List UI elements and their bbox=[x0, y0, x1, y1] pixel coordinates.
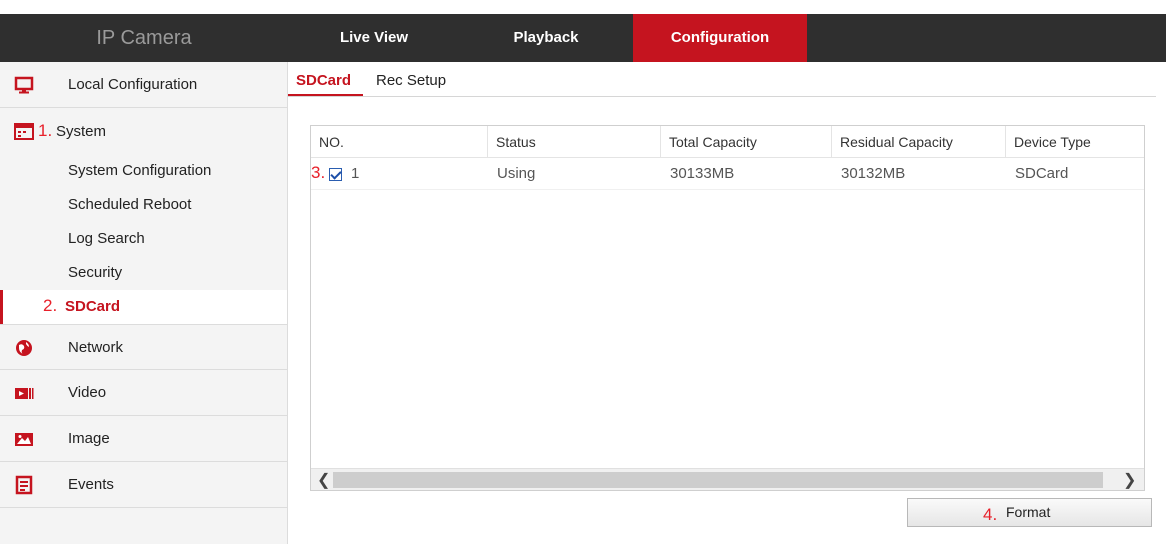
monitor-icon bbox=[14, 75, 34, 95]
step-annotation-1: 1. bbox=[38, 121, 53, 140]
nav-configuration[interactable]: Configuration bbox=[633, 14, 807, 62]
sidebar-item-label: Local Configuration bbox=[68, 76, 198, 93]
table-row[interactable]: 3. 1 Using 30133MB 30132MB SDCard bbox=[311, 158, 1144, 190]
globe-icon bbox=[14, 338, 34, 358]
nav-playback[interactable]: Playback bbox=[460, 14, 632, 62]
sidebar-item-label: Security bbox=[68, 264, 123, 281]
cell-no: 1 bbox=[351, 165, 360, 182]
top-navigation-bar: IP Camera Live View Playback Configurati… bbox=[0, 14, 1166, 62]
sidebar-item-local-configuration[interactable]: Local Configuration bbox=[0, 62, 287, 108]
sidebar-item-label: Scheduled Reboot bbox=[68, 196, 192, 213]
sidebar-item-label: Image bbox=[68, 430, 110, 447]
sidebar-item-system-configuration[interactable]: System Configuration bbox=[0, 154, 287, 188]
table-header: NO. Status Total Capacity Residual Capac… bbox=[311, 126, 1144, 158]
sidebar-item-label: Video bbox=[68, 384, 107, 401]
nav-live-view[interactable]: Live View bbox=[288, 14, 460, 62]
sidebar-item-log-search[interactable]: Log Search bbox=[0, 222, 287, 256]
step-annotation-2: 2. bbox=[43, 296, 58, 315]
column-header-status: Status bbox=[487, 126, 660, 158]
sidebar-item-security[interactable]: Security bbox=[0, 256, 287, 290]
cell-residual-capacity: 30132MB bbox=[841, 165, 906, 182]
sidebar-item-image[interactable]: Image bbox=[0, 416, 287, 462]
horizontal-scrollbar[interactable]: ❮ ❯ bbox=[311, 468, 1144, 490]
system-icon bbox=[14, 122, 34, 142]
step-annotation-4: 4. bbox=[983, 505, 998, 524]
image-icon bbox=[14, 429, 34, 449]
cropped-document-text bbox=[0, 0, 1166, 14]
config-tabs: SDCard Rec Setup bbox=[288, 62, 1166, 98]
sidebar-item-label: Network bbox=[68, 339, 124, 356]
sidebar-item-events[interactable]: Events bbox=[0, 462, 287, 508]
sidebar-item-network[interactable]: Network bbox=[0, 324, 287, 370]
scrollbar-thumb[interactable] bbox=[333, 472, 1103, 488]
tab-sdcard[interactable]: SDCard bbox=[296, 72, 351, 89]
sidebar-item-label: System Configuration bbox=[68, 162, 212, 179]
tabs-divider bbox=[288, 96, 1156, 97]
column-header-residual-capacity: Residual Capacity bbox=[831, 126, 1005, 158]
video-icon bbox=[14, 383, 34, 403]
cell-status: Using bbox=[497, 165, 536, 182]
scroll-right-icon[interactable]: ❯ bbox=[1123, 470, 1136, 490]
cell-total-capacity: 30133MB bbox=[670, 165, 735, 182]
sidebar-item-label: Events bbox=[68, 476, 114, 493]
column-header-no: NO. bbox=[319, 134, 344, 150]
events-icon bbox=[14, 475, 34, 495]
column-header-total-capacity: Total Capacity bbox=[660, 126, 831, 158]
brand-title: IP Camera bbox=[96, 27, 192, 49]
sidebar-item-video[interactable]: Video bbox=[0, 370, 287, 416]
sidebar: Local Configuration 1. System System Con… bbox=[0, 62, 288, 544]
sidebar-item-sdcard[interactable]: 2. SDCard bbox=[0, 290, 287, 324]
sidebar-item-scheduled-reboot[interactable]: Scheduled Reboot bbox=[0, 188, 287, 222]
sidebar-item-label: Log Search bbox=[68, 230, 145, 247]
sidebar-item-system[interactable]: 1. System bbox=[0, 109, 287, 155]
sidebar-item-label: System bbox=[56, 123, 107, 140]
scroll-left-icon[interactable]: ❮ bbox=[317, 470, 330, 490]
step-annotation-3: 3. bbox=[311, 163, 326, 182]
format-button-label: Format bbox=[1006, 504, 1051, 520]
sidebar-item-label: SDCard bbox=[65, 298, 121, 315]
cell-device-type: SDCard bbox=[1015, 165, 1069, 182]
format-button[interactable]: 4. Format bbox=[907, 498, 1152, 527]
tab-rec-setup[interactable]: Rec Setup bbox=[376, 72, 446, 89]
column-header-device-type: Device Type bbox=[1005, 126, 1144, 158]
sdcard-table: NO. Status Total Capacity Residual Capac… bbox=[310, 125, 1145, 491]
